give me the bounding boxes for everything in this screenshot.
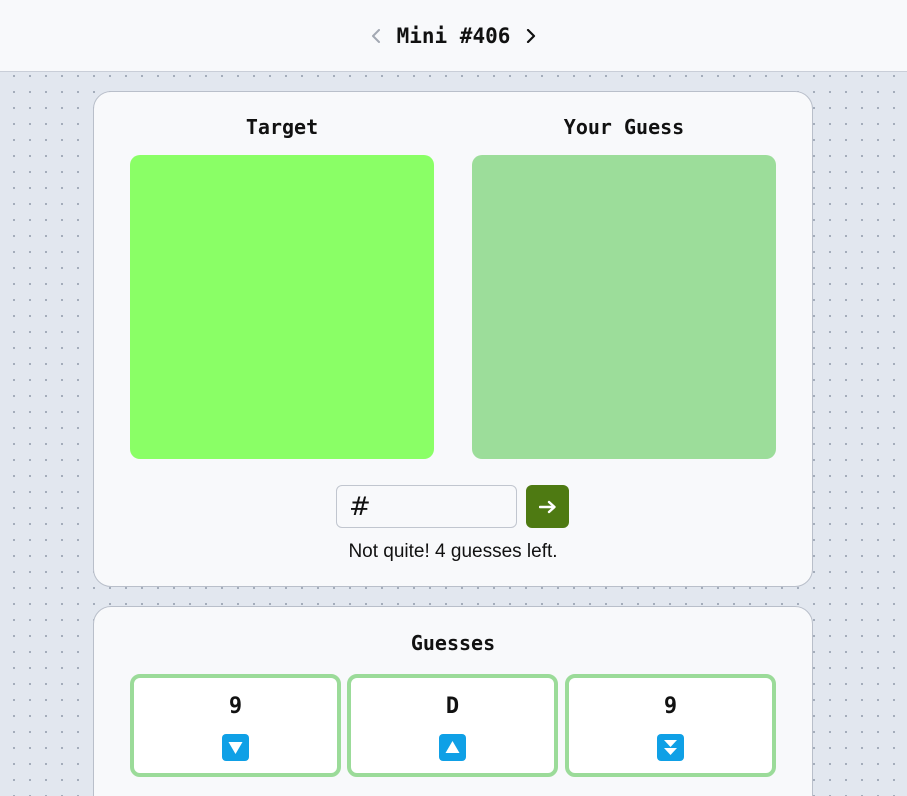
status-message: Not quite! 4 guesses left. <box>348 541 558 562</box>
double-arrow-down-icon <box>656 734 684 761</box>
guess-char: 9 <box>228 694 243 719</box>
arrow-right-icon <box>538 500 556 513</box>
arrow-up-icon <box>438 734 466 761</box>
guesses-title: Guesses <box>410 631 496 655</box>
guess-color-swatch <box>472 155 776 459</box>
your-guess-label: Your Guess <box>563 115 685 139</box>
guess-char: D <box>445 694 460 719</box>
puzzle-title: Mini #406 <box>396 24 511 48</box>
guesses-card: Guesses 9 D 9 <box>93 606 813 796</box>
guess-tile: 9 <box>565 674 776 777</box>
guess-char: 9 <box>663 694 678 719</box>
color-compare-card: Target Your Guess # Not quite! 4 guesses… <box>93 91 813 587</box>
chevron-left-icon <box>371 28 380 43</box>
guess-tile: 9 <box>130 674 341 777</box>
arrow-down-icon <box>221 734 249 761</box>
chevron-right-icon <box>527 28 536 43</box>
hash-prefix: # <box>349 491 371 522</box>
top-bar: Mini #406 <box>0 0 907 72</box>
hex-input[interactable] <box>374 487 515 526</box>
target-color-swatch <box>130 155 434 459</box>
target-label: Target <box>245 115 319 139</box>
hex-input-field[interactable]: # <box>336 485 517 528</box>
prev-puzzle-button[interactable] <box>365 25 387 47</box>
guess-tile: D <box>347 674 558 777</box>
next-puzzle-button[interactable] <box>520 25 542 47</box>
submit-guess-button[interactable] <box>526 485 569 528</box>
